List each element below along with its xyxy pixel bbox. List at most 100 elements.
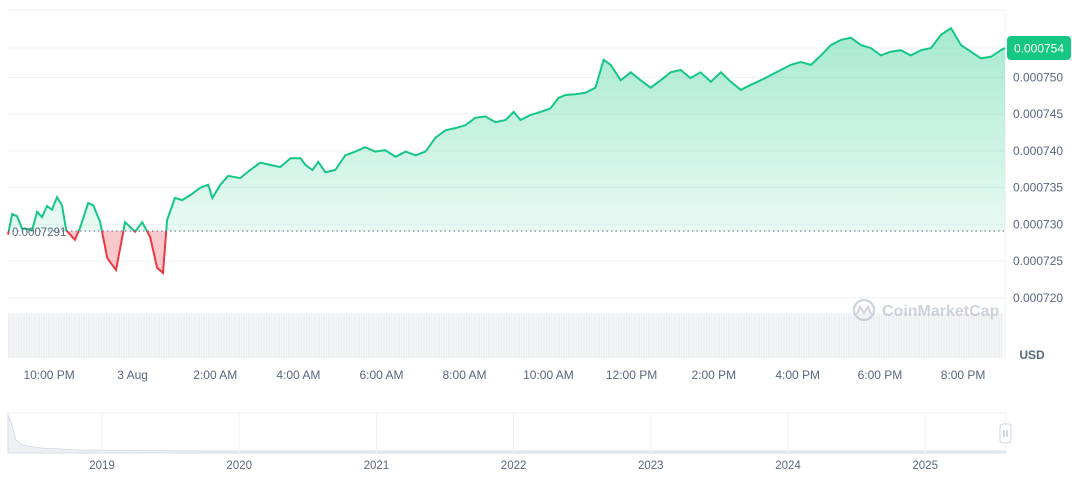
- volume-bar: [418, 313, 421, 358]
- volume-bar: [348, 313, 351, 358]
- volume-bar: [680, 312, 683, 358]
- volume-bar: [223, 313, 226, 358]
- volume-bar: [708, 313, 711, 358]
- volume-bar: [225, 312, 228, 358]
- volume-bar: [495, 312, 498, 358]
- volume-bar: [515, 312, 518, 358]
- volume-bar: [140, 312, 143, 358]
- volume-bar: [978, 313, 981, 358]
- volume-bar: [730, 312, 733, 358]
- volume-bar: [753, 313, 756, 358]
- volume-bar: [445, 312, 448, 358]
- volume-bar: [510, 312, 513, 358]
- volume-bar: [513, 313, 516, 358]
- volume-bar: [28, 313, 31, 358]
- volume-bar: [230, 312, 233, 358]
- volume-bar: [840, 312, 843, 358]
- volume-bar: [298, 313, 301, 358]
- volume-bar: [590, 312, 593, 358]
- volume-bar: [595, 312, 598, 358]
- volume-bar: [240, 312, 243, 358]
- volume-bar: [25, 312, 28, 358]
- volume-bar: [470, 312, 473, 358]
- volume-bar: [175, 312, 178, 358]
- volume-bar: [625, 312, 628, 358]
- volume-bar: [148, 313, 151, 358]
- volume-bar: [830, 312, 833, 358]
- volume-bar: [280, 312, 283, 358]
- volume-bar: [728, 313, 731, 358]
- volume-bar: [78, 313, 81, 358]
- volume-bar: [413, 313, 416, 358]
- x-tick-label: 3 Aug: [117, 368, 148, 382]
- volume-bar: [653, 313, 656, 358]
- volume-bar: [463, 313, 466, 358]
- volume-bar: [380, 312, 383, 358]
- volume-bar: [168, 313, 171, 358]
- volume-bar: [608, 313, 611, 358]
- volume-bar: [358, 313, 361, 358]
- volume-bar: [835, 312, 838, 358]
- x-tick-label: 4:00 AM: [276, 368, 320, 382]
- volume-bar: [858, 313, 861, 358]
- volume-bar: [288, 313, 291, 358]
- volume-bar: [603, 313, 606, 358]
- volume-bar: [683, 313, 686, 358]
- volume-bar: [398, 313, 401, 358]
- coinmarketcap-logo-mark: [856, 304, 872, 315]
- volume-bar: [415, 312, 418, 358]
- chart-svg[interactable]: CoinMarketCap 0.0007291 0.000750 0.000745…: [0, 0, 1072, 477]
- volume-bar: [665, 312, 668, 358]
- volume-bar: [70, 312, 73, 358]
- volume-bar: [828, 313, 831, 358]
- volume-bar: [780, 312, 783, 358]
- volume-bar: [68, 313, 71, 358]
- volume-bar: [755, 312, 758, 358]
- navigator-range-handle[interactable]: [999, 423, 1012, 444]
- volume-bar: [538, 313, 541, 358]
- range-navigator[interactable]: 2019 2020 2021 2022 2023 2024 2025: [7, 412, 1012, 472]
- volume-bar: [125, 312, 128, 358]
- volume-bar: [715, 312, 718, 358]
- volume-bar: [443, 313, 446, 358]
- volume-bar: [193, 313, 196, 358]
- volume-bar: [110, 312, 113, 358]
- baseline-label: 0.0007291: [12, 227, 66, 239]
- volume-bar: [705, 312, 708, 358]
- volume-bar: [710, 312, 713, 358]
- y-tick-label: 0.000725: [1013, 254, 1063, 268]
- volume-bar: [438, 313, 441, 358]
- volume-bar: [393, 313, 396, 358]
- volume-bar: [810, 312, 813, 358]
- volume-bar: [195, 312, 198, 358]
- volume-bar: [435, 312, 438, 358]
- volume-bar: [390, 312, 393, 358]
- y-axis: 0.000750 0.000745 0.000740 0.000735 0.000730…: [1013, 70, 1063, 304]
- volume-bar: [745, 312, 748, 358]
- volume-bar: [328, 313, 331, 358]
- volume-bar: [788, 313, 791, 358]
- volume-bar: [768, 313, 771, 358]
- volume-bar: [803, 313, 806, 358]
- volume-bar: [185, 312, 188, 358]
- volume-bar: [170, 312, 173, 358]
- volume-bar: [218, 313, 221, 358]
- volume-bar: [635, 312, 638, 358]
- volume-bar: [600, 312, 603, 358]
- price-chart[interactable]: CoinMarketCap 0.0007291 0.000750 0.000745…: [0, 0, 1072, 477]
- volume-bar: [30, 312, 33, 358]
- volume-bar: [105, 312, 108, 358]
- volume-bar: [898, 313, 901, 358]
- volume-bar: [773, 313, 776, 358]
- volume-bar: [403, 313, 406, 358]
- volume-bar: [750, 312, 753, 358]
- volume-bar: [33, 313, 36, 358]
- volume-bar: [213, 313, 216, 358]
- volume-bar: [998, 313, 1001, 358]
- volume-bar: [135, 312, 138, 358]
- volume-bar: [670, 312, 673, 358]
- volume-bar: [325, 312, 328, 358]
- volume-bar: [360, 312, 363, 358]
- volume-bar: [305, 312, 308, 358]
- volume-bar: [548, 313, 551, 358]
